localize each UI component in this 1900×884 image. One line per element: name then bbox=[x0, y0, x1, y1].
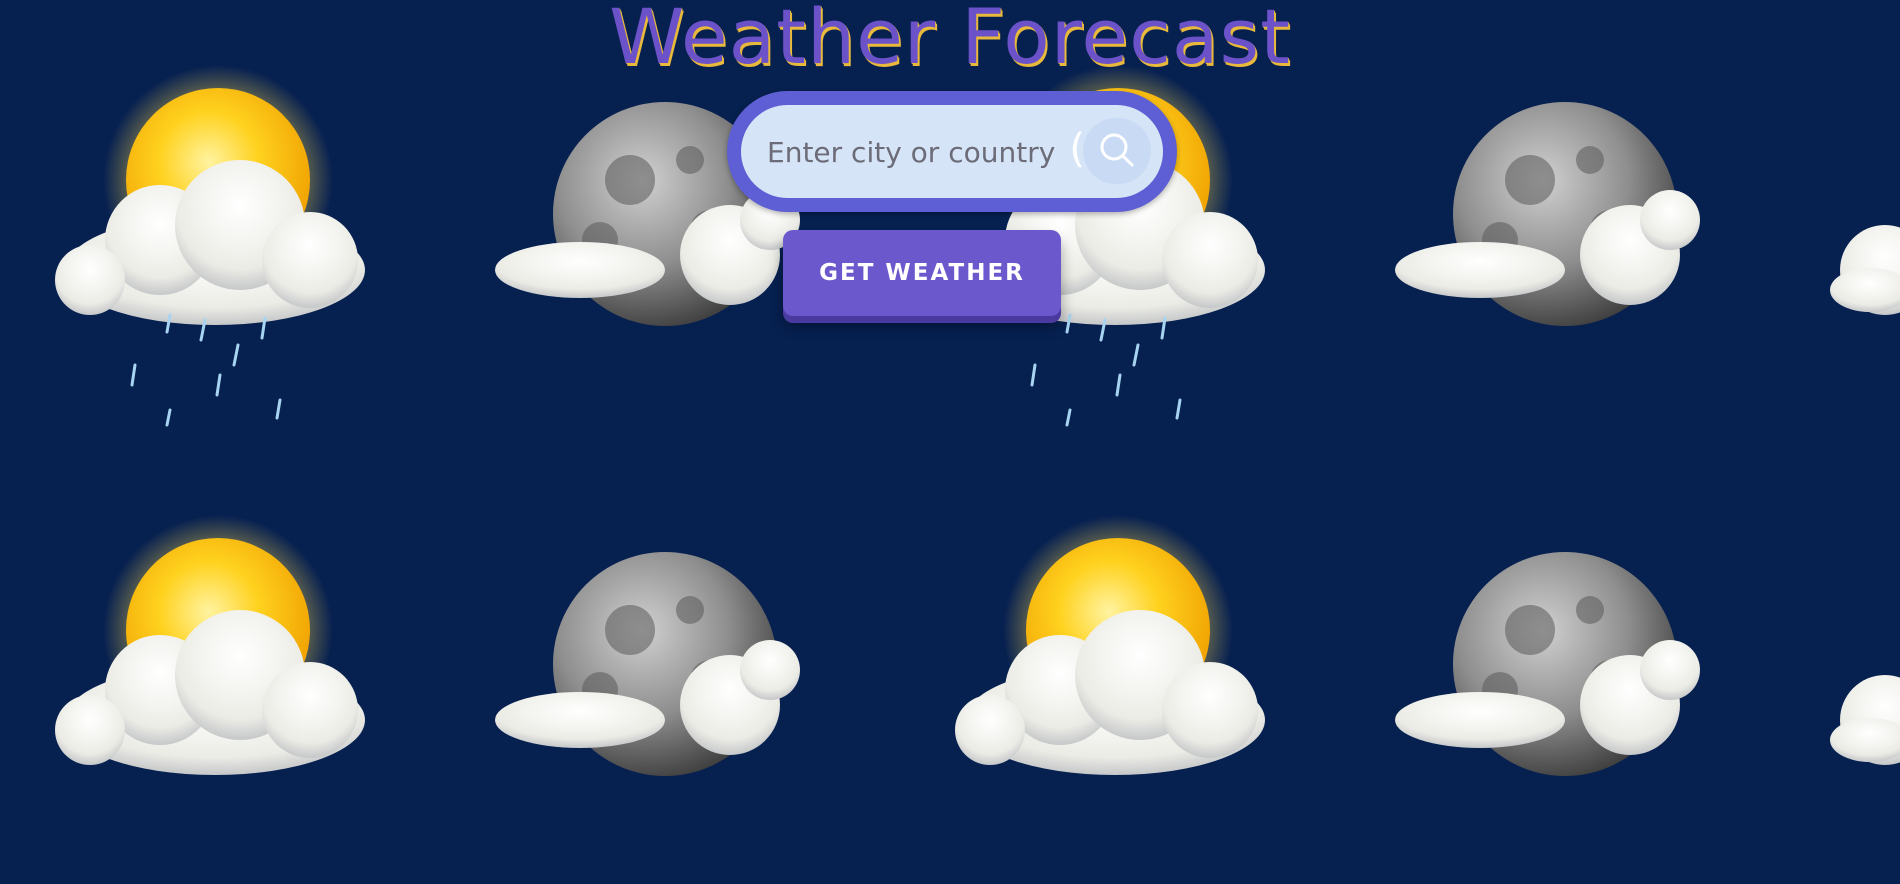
cloud-icon bbox=[1830, 660, 1900, 771]
search-field-container: ( bbox=[741, 105, 1163, 198]
page-title: Weather Forecast bbox=[609, 0, 1291, 81]
sun-cloud-icon bbox=[30, 515, 410, 880]
moon-cloud-icon bbox=[1380, 550, 1760, 880]
moon-cloud-icon bbox=[1380, 100, 1760, 430]
sun-cloud-icon bbox=[930, 515, 1310, 880]
moon-cloud-icon bbox=[480, 550, 860, 880]
search-bar: ( bbox=[727, 91, 1177, 212]
sun-cloud-rain-icon bbox=[30, 65, 410, 430]
search-button[interactable] bbox=[1083, 118, 1151, 184]
get-weather-button[interactable]: GET WEATHER bbox=[783, 230, 1061, 316]
search-input[interactable] bbox=[765, 121, 1069, 183]
cloud-icon bbox=[1830, 210, 1900, 330]
search-icon bbox=[1100, 133, 1134, 167]
